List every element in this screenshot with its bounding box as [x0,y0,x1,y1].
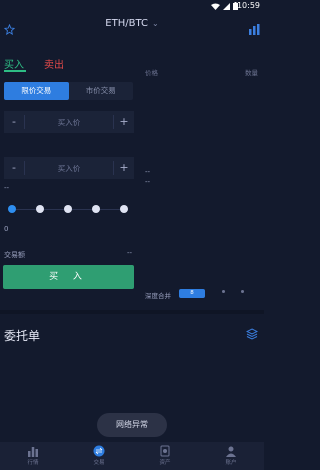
amount-hint: -- [4,184,10,192]
bar-chart-icon[interactable] [249,20,260,39]
order-type-selector: 限价交易 市价交易 [4,82,133,100]
depth-dot [241,290,244,293]
chevron-down-icon: ⌄ [151,19,159,28]
nav-account[interactable]: 账户 [198,442,264,470]
pair-title-text: ETH/BTC [105,18,148,29]
price-input[interactable]: 买入价 [25,117,113,128]
nav-assets-label: 资产 [159,460,171,466]
depth-dot [222,290,225,293]
nav-market[interactable]: 行情 [0,442,66,470]
slider-stop-25[interactable] [36,205,44,213]
nav-account-label: 账户 [225,460,237,466]
status-icons [211,2,238,10]
orderbook-price-header: 价格 [145,69,158,77]
depth-merge-label: 深度合并 [145,292,171,300]
bottom-nav: 行情 交易 资产 账户 [0,442,264,470]
trade-icon [93,445,105,457]
price-minus-button[interactable]: - [4,111,24,133]
signal-icon [223,2,230,10]
slider-stop-75[interactable] [92,205,100,213]
market-chart-icon [28,447,38,457]
amount-input[interactable]: 买入价 [25,163,113,174]
network-error-toast: 网络异常 [97,413,167,437]
tab-buy-underline [4,70,26,72]
last-price-fiat: -- [145,178,151,186]
amount-stepper: - 买入价 + [4,157,134,179]
amount-plus-button[interactable]: + [114,157,134,179]
trade-amount-value: -- [127,249,133,257]
nav-trade[interactable]: 交易 [66,442,132,470]
market-order-tab[interactable]: 市价交易 [69,82,134,100]
nav-trade-label: 交易 [93,460,105,466]
orderbook-qty-header: 数量 [245,69,258,77]
depth-merge-select[interactable]: 8 [179,289,205,298]
tab-buy[interactable]: 买入 [4,56,24,71]
nav-market-label: 行情 [27,460,39,466]
trade-amount-label: 交易额 [4,251,25,259]
slider-value: 0 [4,225,9,233]
slider-stop-100[interactable] [120,205,128,213]
pair-title[interactable]: ETH/BTC ⌄ [0,18,264,29]
price-stepper: - 买入价 + [4,111,134,133]
section-separator [0,310,264,314]
last-price: -- [145,168,151,176]
price-plus-button[interactable]: + [114,111,134,133]
tab-sell[interactable]: 卖出 [44,56,64,71]
orders-title: 委托单 [4,329,41,343]
amount-minus-button[interactable]: - [4,157,24,179]
slider-stop-50[interactable] [64,205,72,213]
status-time: 10:59 [236,1,260,10]
layers-icon[interactable] [245,325,259,344]
nav-assets[interactable]: 资产 [132,442,198,470]
limit-order-tab[interactable]: 限价交易 [4,82,69,100]
buy-button[interactable]: 买 入 [3,265,134,289]
user-icon [226,446,236,457]
assets-icon [160,445,170,457]
wifi-icon [211,3,220,10]
slider-stop-0[interactable] [8,205,16,213]
